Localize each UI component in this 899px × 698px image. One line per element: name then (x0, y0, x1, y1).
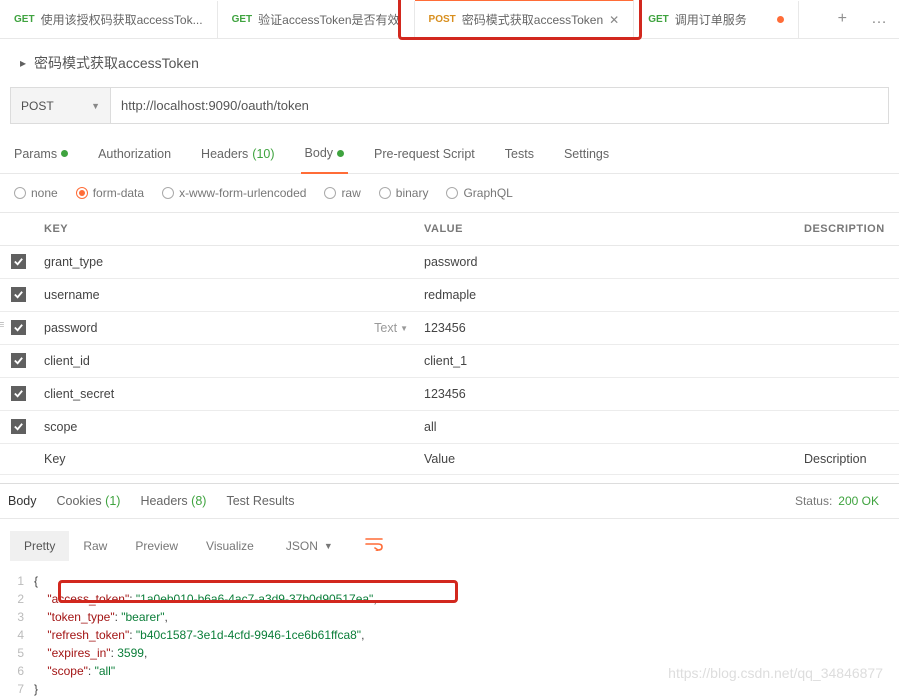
chevron-down-icon: ▼ (400, 324, 408, 333)
checkbox-icon[interactable] (11, 419, 26, 434)
chevron-down-icon: ▼ (91, 101, 100, 111)
view-pretty[interactable]: Pretty (10, 531, 69, 561)
resp-tab-body[interactable]: Body (8, 494, 37, 508)
view-preview[interactable]: Preview (121, 531, 192, 561)
method-badge: GET (14, 14, 35, 25)
checkbox-icon[interactable] (11, 353, 26, 368)
cell-value[interactable]: all (416, 411, 796, 444)
placeholder-desc: Description (796, 444, 899, 475)
dot-icon (61, 150, 68, 157)
subtab-tests[interactable]: Tests (501, 136, 538, 173)
request-subtabs: Params Authorization Headers (10) Body P… (0, 136, 899, 174)
tab-label: 验证accessToken是否有效 (258, 11, 399, 28)
response-status: Status:200 OK (795, 494, 891, 508)
radio-graphql[interactable]: GraphQL (446, 186, 512, 200)
cell-value[interactable]: 123456 (416, 378, 796, 411)
checkbox-icon[interactable] (11, 320, 26, 335)
table-row[interactable]: client_secret123456 (0, 378, 899, 411)
radio-raw[interactable]: raw (324, 186, 360, 200)
body-type-row: none form-data x-www-form-urlencoded raw… (0, 174, 899, 212)
method-badge: POST (429, 14, 456, 25)
request-title: 密码模式获取accessToken (34, 53, 199, 73)
subtab-settings[interactable]: Settings (560, 136, 613, 173)
col-key: KEY (36, 213, 416, 246)
unsaved-dot-icon (777, 16, 784, 23)
method-badge: GET (648, 14, 669, 25)
subtab-body[interactable]: Body (301, 136, 349, 174)
tab-1[interactable]: GET 验证accessToken是否有效 (218, 1, 415, 38)
placeholder-key: Key (36, 444, 416, 475)
table-row[interactable]: client_idclient_1 (0, 345, 899, 378)
radio-form-data[interactable]: form-data (76, 186, 144, 200)
cell-key[interactable]: passwordText ▼ (36, 312, 416, 345)
type-hint[interactable]: Text ▼ (374, 321, 408, 335)
cell-key[interactable]: scope (36, 411, 416, 444)
cell-key[interactable]: username (36, 279, 416, 312)
view-raw[interactable]: Raw (69, 531, 121, 561)
drag-handle-icon[interactable]: ≡ (0, 320, 4, 331)
response-controls: Pretty Raw Preview Visualize JSON▼ (0, 519, 899, 572)
table-row[interactable]: ≡ passwordText ▼123456 (0, 312, 899, 345)
method-badge: GET (232, 14, 253, 25)
view-visualize[interactable]: Visualize (192, 531, 268, 561)
lang-select[interactable]: JSON▼ (276, 533, 343, 559)
subtab-prerequest[interactable]: Pre-request Script (370, 136, 479, 173)
cell-value[interactable]: client_1 (416, 345, 796, 378)
tab-label: 调用订单服务 (675, 11, 747, 28)
line-gutter: 1234567 (0, 572, 34, 698)
method-select[interactable]: POST ▼ (11, 88, 111, 123)
tab-label: 密码模式获取accessToken (462, 11, 603, 28)
checkbox-icon[interactable] (11, 287, 26, 302)
resp-tab-headers[interactable]: Headers (8) (140, 494, 206, 508)
watermark: https://blog.csdn.net/qq_34846877 (668, 665, 883, 681)
tab-2[interactable]: POST 密码模式获取accessToken ✕ (415, 0, 635, 38)
table-row[interactable]: grant_typepassword (0, 246, 899, 279)
cell-value[interactable]: 123456 (416, 312, 796, 345)
cell-key[interactable]: client_secret (36, 378, 416, 411)
chevron-down-icon: ▼ (324, 541, 333, 551)
tab-tools: + … (826, 2, 899, 36)
cell-key[interactable]: grant_type (36, 246, 416, 279)
collapse-icon[interactable]: ▸ (20, 56, 26, 71)
dot-icon (337, 150, 344, 157)
subtab-headers[interactable]: Headers (10) (197, 136, 278, 173)
table-row-empty[interactable]: KeyValueDescription (0, 444, 899, 475)
radio-binary[interactable]: binary (379, 186, 429, 200)
tab-3[interactable]: GET 调用订单服务 (634, 1, 799, 38)
table-row[interactable]: scopeall (0, 411, 899, 444)
cell-value[interactable]: redmaple (416, 279, 796, 312)
radio-xwww[interactable]: x-www-form-urlencoded (162, 186, 306, 200)
checkbox-icon[interactable] (11, 254, 26, 269)
new-tab-button[interactable]: + (826, 2, 859, 36)
response-tabs: Body Cookies (1) Headers (8) Test Result… (0, 483, 899, 519)
tab-label: 使用该授权码获取accessTok... (41, 11, 203, 28)
wrap-icon[interactable] (351, 529, 397, 562)
tab-bar: GET 使用该授权码获取accessTok... GET 验证accessTok… (0, 0, 899, 39)
placeholder-value: Value (416, 444, 796, 475)
radio-none[interactable]: none (14, 186, 58, 200)
request-row: POST ▼ (10, 87, 889, 124)
cell-value[interactable]: password (416, 246, 796, 279)
table-row[interactable]: usernameredmaple (0, 279, 899, 312)
col-desc: DESCRIPTION (796, 213, 899, 246)
cell-key[interactable]: client_id (36, 345, 416, 378)
request-title-bar: ▸ 密码模式获取accessToken (0, 39, 899, 83)
tab-overflow-button[interactable]: … (859, 2, 899, 36)
url-input[interactable] (111, 88, 888, 123)
form-data-table: KEY VALUE DESCRIPTION grant_typepassword… (0, 212, 899, 475)
subtab-authorization[interactable]: Authorization (94, 136, 175, 173)
method-value: POST (21, 99, 54, 113)
resp-tab-testresults[interactable]: Test Results (226, 494, 294, 508)
checkbox-icon[interactable] (11, 386, 26, 401)
close-icon[interactable]: ✕ (609, 13, 619, 27)
col-value: VALUE (416, 213, 796, 246)
tab-0[interactable]: GET 使用该授权码获取accessTok... (0, 1, 218, 38)
resp-tab-cookies[interactable]: Cookies (1) (57, 494, 121, 508)
subtab-params[interactable]: Params (10, 136, 72, 173)
